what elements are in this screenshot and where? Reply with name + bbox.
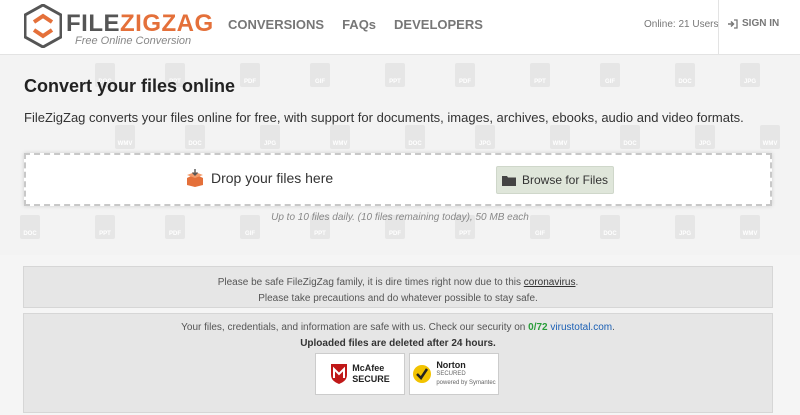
background-file-icon: PDF xyxy=(455,63,475,87)
file-drop-zone[interactable]: Drop your files here Browse for Files xyxy=(24,153,772,206)
header-divider xyxy=(718,0,719,54)
background-file-icon: JPG xyxy=(260,125,280,149)
deletion-notice: Uploaded files are deleted after 24 hour… xyxy=(300,338,496,349)
background-file-icon: PDF xyxy=(240,63,260,87)
safety-notice-line2: Please take precautions and do whatever … xyxy=(258,293,538,304)
drop-label-text: Drop your files here xyxy=(211,170,334,186)
background-file-icon: WMV xyxy=(550,125,570,149)
upload-box-icon xyxy=(187,169,203,187)
safety-notice-line1: Please be safe FileZigZag family, it is … xyxy=(217,277,579,288)
security-notice-line1: Your files, credentials, and information… xyxy=(181,322,615,333)
safety-notice: Please be safe FileZigZag family, it is … xyxy=(23,266,773,308)
security-badges: McAfee SECURE Norton SECURED powered by … xyxy=(315,353,499,395)
sign-in-label: SIGN IN xyxy=(742,18,780,29)
logo-wordmark: FILEZIGZAG xyxy=(66,10,214,37)
logo-tagline: Free Online Conversion xyxy=(75,35,192,47)
background-file-icon: JPG xyxy=(695,125,715,149)
background-file-icon: DOC xyxy=(405,125,425,149)
upload-limit-text: Up to 10 files daily. (10 files remainin… xyxy=(271,212,529,223)
mcafee-badge[interactable]: McAfee SECURE xyxy=(315,353,405,395)
background-file-icon: JPG xyxy=(475,125,495,149)
intro-text: FileZigZag converts your files online fo… xyxy=(24,110,744,125)
background-file-icon: GIF xyxy=(600,63,620,87)
browse-files-label: Browse for Files xyxy=(521,173,609,187)
security-notice: Your files, credentials, and information… xyxy=(23,313,773,413)
norton-badge[interactable]: Norton SECURED powered by Symantec xyxy=(409,353,499,395)
drop-label: Drop your files here xyxy=(186,169,333,187)
zigzag-logo-icon xyxy=(24,4,62,48)
mcafee-title: McAfee xyxy=(352,363,385,373)
online-users-count: Online: 21 Users xyxy=(644,19,719,30)
hero-section: DOC PPT PDF GIF PPT PDF PPT GIF DOC JPG WMV DOC JPG W… xyxy=(0,55,800,255)
background-file-icon: GIF xyxy=(310,63,330,87)
norton-powered-by: powered by Symantec xyxy=(436,379,496,386)
site-logo[interactable]: FILEZIGZAG Free Online Conversion xyxy=(24,4,214,50)
virustotal-link[interactable]: virustotal.com xyxy=(550,322,612,333)
background-file-icon: PPT xyxy=(385,63,405,87)
nav-conversions[interactable]: CONVERSIONS xyxy=(228,17,324,32)
mcafee-subtitle: SECURE xyxy=(352,374,390,384)
nav-faqs[interactable]: FAQs xyxy=(342,17,376,32)
coronavirus-link[interactable]: coronavirus xyxy=(524,277,576,288)
browse-files-button[interactable]: Browse for Files xyxy=(496,166,614,194)
norton-subtitle: SECURED xyxy=(436,370,466,377)
nav-developers[interactable]: DEVELOPERS xyxy=(394,17,483,32)
sign-in-button[interactable]: SIGN IN xyxy=(727,18,779,29)
main-nav: CONVERSIONS FAQs DEVELOPERS xyxy=(228,17,483,32)
background-file-icon: DOC xyxy=(620,125,640,149)
background-file-icon: JPG xyxy=(740,63,760,87)
page-title: Convert your files online xyxy=(24,76,236,96)
background-file-icon: WMV xyxy=(760,125,780,149)
background-file-icon: WMV xyxy=(330,125,350,149)
background-file-icon: DOC xyxy=(185,125,205,149)
folder-icon xyxy=(501,175,516,186)
norton-check-icon xyxy=(413,365,432,383)
background-file-icon: DOC xyxy=(675,63,695,87)
background-file-icon: PPT xyxy=(530,63,550,87)
sign-in-icon xyxy=(728,18,738,29)
background-file-icon: WMV xyxy=(115,125,135,149)
virustotal-score: 0/72 xyxy=(528,322,548,333)
site-header: FILEZIGZAG Free Online Conversion CONVER… xyxy=(0,0,800,55)
norton-title: Norton xyxy=(436,359,466,370)
mcafee-shield-icon xyxy=(331,364,348,384)
